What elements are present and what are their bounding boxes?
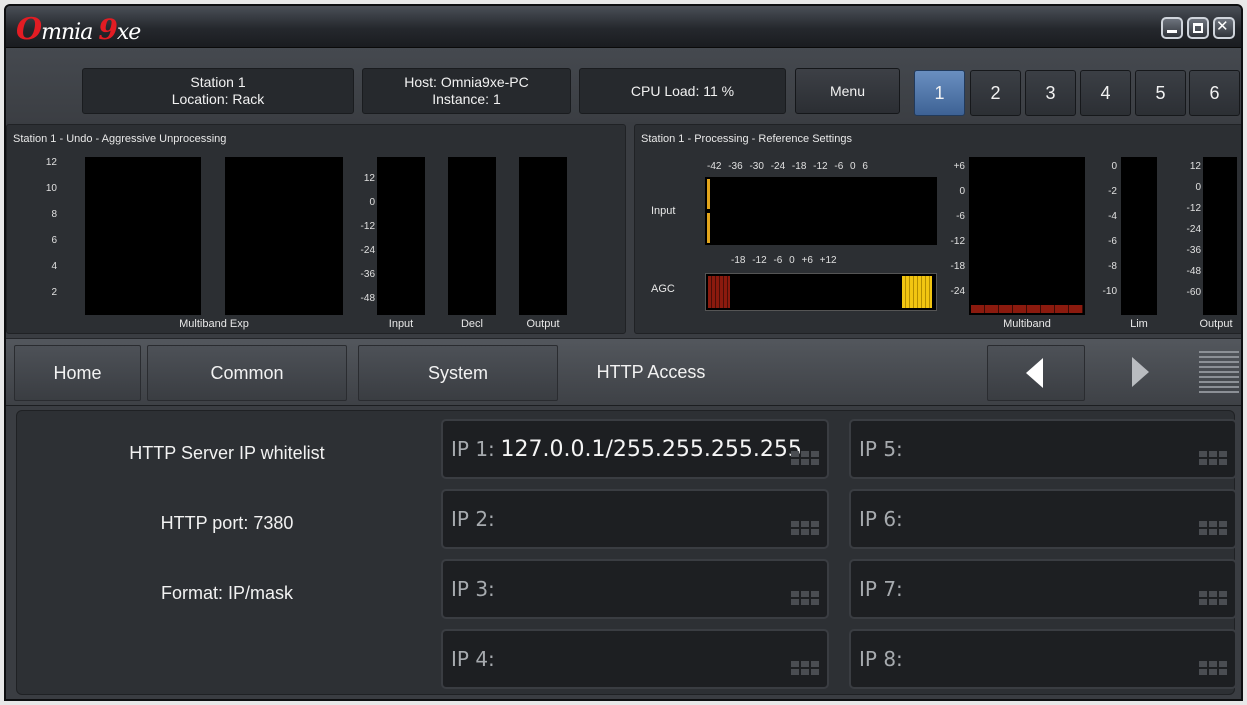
http-port-label: HTTP port: 7380 xyxy=(160,513,294,533)
agc-label: AGC xyxy=(651,283,675,295)
multiband-meter xyxy=(969,157,1085,315)
title-bar[interactable]: Omnia 9xe ✕ xyxy=(6,6,1241,48)
input-level-scale: -42 -36 -30 -24 -18 -12 -6 0 6 xyxy=(707,161,868,172)
ip-field-1[interactable]: IP 1: 127.0.0.1/255.255.255.255 xyxy=(441,419,829,479)
output-scale: 12 0 -12 -24 -36 -48 -60 xyxy=(1186,161,1201,298)
nav-row: Home Common System HTTP Access xyxy=(6,338,1241,406)
preset-button-1[interactable]: 1 xyxy=(914,70,965,116)
close-icon: ✕ xyxy=(1216,17,1229,35)
host-info: Host: Omnia9xe-PC Instance: 1 xyxy=(362,68,571,114)
limiter-scale: 0 -2 -4 -6 -8 -10 xyxy=(1102,161,1117,297)
input-level-right xyxy=(707,213,710,243)
multiband-exp-meter-1 xyxy=(85,157,201,315)
input-level-left xyxy=(707,179,710,209)
omnia-logo: Omnia 9xe xyxy=(16,12,141,47)
keyboard-icon[interactable] xyxy=(1199,661,1229,677)
multiband-exp-scale: 12 10 8 6 4 2 xyxy=(45,157,57,298)
output-level-label: Output xyxy=(1199,318,1233,330)
http-access-content: HTTP Server IP whitelist HTTP port: 7380… xyxy=(16,410,1237,695)
input-label: Input xyxy=(388,318,414,330)
multiband-exp-label: Multiband Exp xyxy=(179,318,249,330)
processing-meters-panel[interactable]: Station 1 - Processing - Reference Setti… xyxy=(634,124,1241,334)
ip-field-6[interactable]: IP 6: xyxy=(849,489,1237,549)
cpu-load: CPU Load: 11 % xyxy=(579,68,786,114)
processing-panel-title: Station 1 - Processing - Reference Setti… xyxy=(641,133,852,145)
output-meter xyxy=(519,157,567,315)
limiter-meter xyxy=(1121,157,1157,315)
nav-common-button[interactable]: Common xyxy=(147,345,347,401)
close-button[interactable]: ✕ xyxy=(1213,17,1235,39)
ip-field-4[interactable]: IP 4: xyxy=(441,629,829,689)
keyboard-icon[interactable] xyxy=(791,451,821,467)
minimize-icon xyxy=(1167,30,1177,33)
undo-panel-title: Station 1 - Undo - Aggressive Unprocessi… xyxy=(13,133,227,145)
preset-button-2[interactable]: 2 xyxy=(970,70,1021,116)
lim-label: Lim xyxy=(1130,318,1148,330)
nav-current-page: HTTP Access xyxy=(596,362,706,382)
input-level-label: Input xyxy=(651,205,676,217)
arrow-left-icon xyxy=(1026,358,1043,388)
keyboard-icon[interactable] xyxy=(791,661,821,677)
declipper-meter xyxy=(448,157,496,315)
arrow-right-icon[interactable] xyxy=(1132,357,1149,387)
agc-level-bar xyxy=(902,276,932,308)
agc-low-segment xyxy=(708,276,730,308)
undo-meters-panel[interactable]: Station 1 - Undo - Aggressive Unprocessi… xyxy=(6,124,626,334)
app-window: Omnia 9xe ✕ Station 1 Location: Rack Hos… xyxy=(4,4,1243,701)
host-instance: Instance: 1 xyxy=(432,91,501,107)
multiband-exp-meter-2 xyxy=(225,157,343,315)
maximize-button[interactable] xyxy=(1187,17,1209,39)
multiband-bands xyxy=(971,305,1083,313)
maximize-icon xyxy=(1193,23,1203,33)
minimize-button[interactable] xyxy=(1161,17,1183,39)
preset-button-5[interactable]: 5 xyxy=(1135,70,1186,116)
nav-system-button[interactable]: System xyxy=(358,345,558,401)
status-row: Station 1 Location: Rack Host: Omnia9xe-… xyxy=(6,48,1241,122)
input-level-meter xyxy=(705,177,937,245)
ip-field-8[interactable]: IP 8: xyxy=(849,629,1237,689)
keyboard-icon[interactable] xyxy=(791,591,821,607)
multiband-scale: +6 0 -6 -12 -18 -24 xyxy=(950,161,965,297)
agc-scale: -18 -12 -6 0 +6 +12 xyxy=(731,255,837,266)
station-location: Location: Rack xyxy=(171,91,265,107)
previous-button[interactable] xyxy=(987,345,1085,401)
decl-label: Decl xyxy=(460,318,483,330)
list-menu-icon[interactable] xyxy=(1199,351,1239,397)
output-label: Output xyxy=(526,318,560,330)
multiband-label: Multiband xyxy=(1003,318,1051,330)
keyboard-icon[interactable] xyxy=(791,521,821,537)
preset-button-3[interactable]: 3 xyxy=(1025,70,1076,116)
ip-field-3[interactable]: IP 3: xyxy=(441,559,829,619)
preset-button-6[interactable]: 6 xyxy=(1189,70,1240,116)
menu-button[interactable]: Menu xyxy=(795,68,900,114)
whitelist-label: HTTP Server IP whitelist xyxy=(129,443,325,463)
keyboard-icon[interactable] xyxy=(1199,521,1229,537)
station-name: Station 1 xyxy=(190,74,246,90)
ip-field-2[interactable]: IP 2: xyxy=(441,489,829,549)
keyboard-icon[interactable] xyxy=(1199,451,1229,467)
preset-button-4[interactable]: 4 xyxy=(1080,70,1131,116)
input-meter xyxy=(377,157,425,315)
ip-field-7[interactable]: IP 7: xyxy=(849,559,1237,619)
output-level-meter xyxy=(1203,157,1237,315)
keyboard-icon[interactable] xyxy=(1199,591,1229,607)
host-name: Host: Omnia9xe-PC xyxy=(404,74,529,90)
nav-home-button[interactable]: Home xyxy=(14,345,141,401)
station-info: Station 1 Location: Rack xyxy=(82,68,354,114)
input-scale: 12 0 -12 -24 -36 -48 xyxy=(360,173,375,304)
ip-field-5[interactable]: IP 5: xyxy=(849,419,1237,479)
format-label: Format: IP/mask xyxy=(160,583,294,603)
agc-meter xyxy=(705,273,937,311)
